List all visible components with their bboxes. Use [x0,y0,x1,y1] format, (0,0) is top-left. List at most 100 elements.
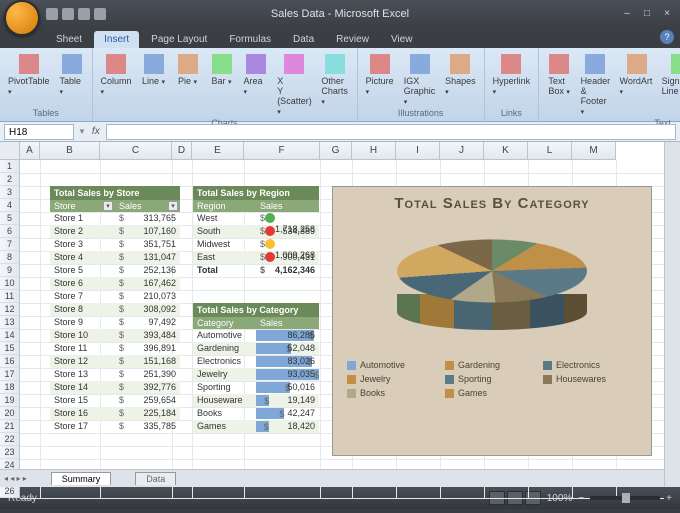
tab-page-layout[interactable]: Page Layout [141,31,217,48]
worksheet-grid[interactable]: ABCDEFGHIJKLM 12345678910111213141516171… [0,142,680,487]
table-row[interactable]: Store 4131,047 [50,251,180,264]
vertical-scrollbar[interactable] [664,142,680,487]
ribbon-area[interactable]: Area ▾ [240,52,272,118]
table-row[interactable]: Store 5252,136 [50,264,180,277]
table-row[interactable]: Games18,420 [193,420,319,433]
row-header[interactable]: 1 [0,160,19,173]
row-header[interactable]: 20 [0,407,19,420]
table-row[interactable]: Books42,247 [193,407,319,420]
row-header[interactable]: 4 [0,199,19,212]
table-row[interactable]: Store 15259,654 [50,394,180,407]
table-row[interactable]: Store 14392,776 [50,381,180,394]
row-header[interactable]: 23 [0,446,19,459]
table-row[interactable]: Sporting50,016 [193,381,319,394]
maximize-icon[interactable]: □ [640,7,654,21]
col-header[interactable]: J [440,142,484,159]
table-row[interactable]: Store 8308,092 [50,303,180,316]
tab-formulas[interactable]: Formulas [219,31,281,48]
table-row[interactable]: West1,718,258 [193,212,319,225]
table-row[interactable]: Gardening52,048 [193,342,319,355]
table-row[interactable]: South534,389 [193,225,319,238]
row-header[interactable]: 7 [0,238,19,251]
table-row[interactable]: Store 1313,765 [50,212,180,225]
table-row[interactable]: Store 17335,785 [50,420,180,433]
help-icon[interactable]: ? [660,30,674,44]
row-header[interactable]: 11 [0,290,19,303]
col-header[interactable]: F [244,142,320,159]
sheet-tab-summary[interactable]: Summary [51,472,112,485]
ribbon-signature-line[interactable]: SignatureLine ▾ [660,52,680,118]
col-header[interactable]: H [352,142,396,159]
row-header[interactable]: 10 [0,277,19,290]
col-header[interactable]: K [484,142,528,159]
row-header[interactable]: 8 [0,251,19,264]
row-header[interactable]: 16 [0,355,19,368]
select-all-corner[interactable] [0,142,20,160]
ribbon-wordart[interactable]: WordArt ▾ [615,52,657,118]
table-row[interactable]: Electronics83,026 [193,355,319,368]
row-headers[interactable]: 1234567891011121314151617181920212223242… [0,160,20,498]
office-button[interactable] [4,0,40,36]
table-row[interactable]: Store 16225,184 [50,407,180,420]
quick-access-toolbar[interactable] [46,8,106,20]
table-row[interactable]: Store 3351,751 [50,238,180,251]
tab-sheet[interactable]: Sheet [46,31,92,48]
col-header[interactable]: C [100,142,172,159]
table-row-total[interactable]: Total4,162,346 [193,264,319,277]
col-header[interactable]: I [396,142,440,159]
table-row[interactable]: Store 13251,390 [50,368,180,381]
col-header[interactable]: A [20,142,40,159]
tab-view[interactable]: View [381,31,423,48]
row-header[interactable]: 21 [0,420,19,433]
row-header[interactable]: 13 [0,316,19,329]
ribbon-text-box[interactable]: TextBox ▾ [543,52,575,118]
row-header[interactable]: 12 [0,303,19,316]
close-icon[interactable]: × [660,7,674,21]
row-header[interactable]: 19 [0,394,19,407]
ribbon-igx-graphic[interactable]: IGXGraphic ▾ [400,52,439,108]
table-row[interactable]: Houseware19,149 [193,394,319,407]
col-header[interactable]: G [320,142,352,159]
sheet-tab-data[interactable]: Data [135,472,176,485]
tab-data[interactable]: Data [283,31,324,48]
ribbon-column[interactable]: Column ▾ [97,52,136,118]
col-header[interactable]: M [572,142,616,159]
ribbon-shapes[interactable]: Shapes ▾ [441,52,479,108]
ribbon-picture[interactable]: Picture ▾ [362,52,398,108]
table-row[interactable]: Store 6167,462 [50,277,180,290]
ribbon-bar[interactable]: Bar ▾ [206,52,238,118]
table-row[interactable]: Store 997,492 [50,316,180,329]
name-box[interactable]: H18 [4,124,74,140]
tab-review[interactable]: Review [326,31,379,48]
row-header[interactable]: 15 [0,342,19,355]
ribbon-pie[interactable]: Pie ▾ [172,52,204,118]
ribbon-header-footer[interactable]: Header&Footer ▾ [577,52,613,118]
fx-icon[interactable]: fx [92,126,100,137]
row-header[interactable]: 14 [0,329,19,342]
zoom-slider[interactable] [590,496,660,500]
table-row[interactable]: Jewelry93,035 [193,368,319,381]
table-row[interactable]: Store 7210,073 [50,290,180,303]
table-row[interactable]: Store 11396,891 [50,342,180,355]
table-row[interactable]: Store 2107,160 [50,225,180,238]
chart-pie[interactable]: Total Sales By Category AutomotiveGarden… [332,186,652,456]
ribbon-table[interactable]: Table ▾ [56,52,88,98]
table-row[interactable]: Store 10393,484 [50,329,180,342]
table-row[interactable]: Store 12151,168 [50,355,180,368]
col-header[interactable]: L [528,142,572,159]
table-row[interactable]: Midwest1,009,268 [193,238,319,251]
row-header[interactable]: 18 [0,381,19,394]
ribbon-other-charts[interactable]: OtherCharts ▾ [317,52,352,118]
minimize-icon[interactable]: – [620,7,634,21]
ribbon-pivottable[interactable]: PivotTable ▾ [4,52,54,98]
table-row[interactable]: Automotive86,285 [193,329,319,342]
ribbon-x-y-scatter-[interactable]: XY(Scatter) ▾ [274,52,316,118]
row-header[interactable]: 6 [0,225,19,238]
formula-input[interactable] [106,124,676,140]
row-header[interactable]: 22 [0,433,19,446]
tab-insert[interactable]: Insert [94,31,139,48]
col-header[interactable]: E [192,142,244,159]
row-header[interactable]: 9 [0,264,19,277]
zoom-in-icon[interactable]: + [666,493,672,504]
row-header[interactable]: 17 [0,368,19,381]
